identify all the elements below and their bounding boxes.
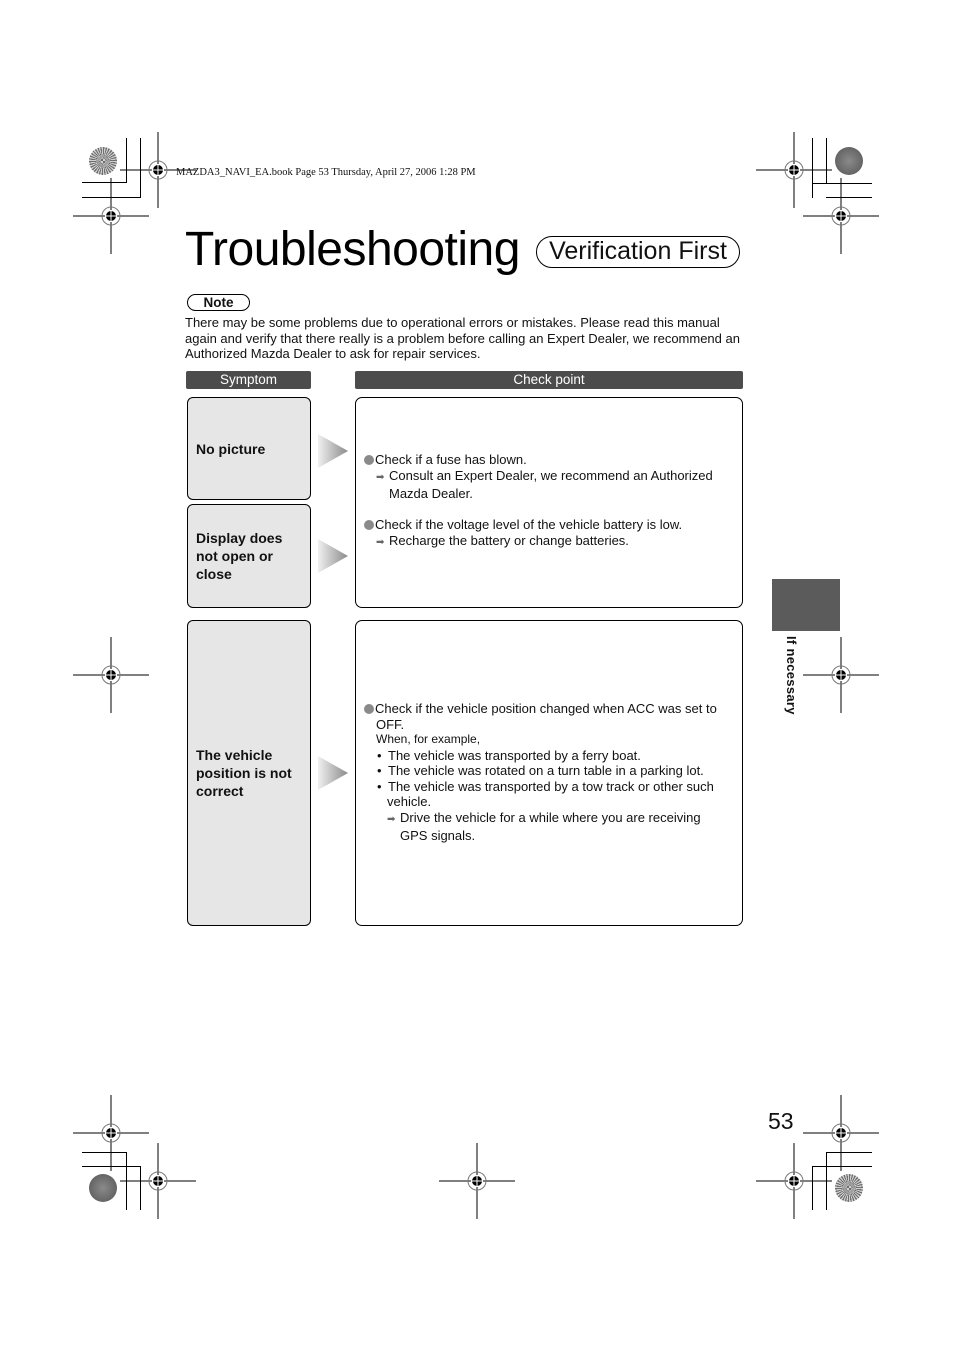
registration-mark-icon <box>802 1094 880 1172</box>
check-text: Check if the voltage level of the vehicl… <box>375 517 683 532</box>
check-text: OFF. <box>376 716 405 732</box>
color-disc-icon <box>835 147 863 175</box>
bullet-dot-icon: • <box>377 778 382 794</box>
registration-mark-icon <box>755 1142 833 1220</box>
section-side-tab <box>772 579 840 631</box>
arrow-icon: ➡ <box>387 813 396 825</box>
symptom-label: Display does not open or close <box>196 530 283 582</box>
crop-mark-line <box>82 182 127 183</box>
bullet-circle-icon <box>364 519 374 530</box>
symptom-box: The vehicle position is not correct <box>187 620 311 926</box>
right-arrow-icon <box>318 539 348 573</box>
crop-mark-line <box>140 138 141 198</box>
symptom-box: Display does not open or close <box>187 504 311 608</box>
crop-mark-line <box>82 197 141 198</box>
crop-mark-line <box>812 1166 872 1167</box>
crop-mark-line <box>126 1152 127 1210</box>
bullet-dot-icon: • <box>377 747 382 763</box>
book-info-header: MAZDA3_NAVI_EA.book Page 53 Thursday, Ap… <box>176 167 476 178</box>
section-side-label: If necessary <box>784 636 799 715</box>
crop-mark-line <box>826 138 827 183</box>
color-disc-icon <box>835 1174 863 1202</box>
section-subtitle-pill: Verification First <box>536 236 740 268</box>
registration-mark-icon <box>438 1142 516 1220</box>
example-bullet: The vehicle was transported by a tow tra… <box>388 778 714 794</box>
registration-mark-icon <box>72 1094 150 1172</box>
check-item: Check if the vehicle position changed wh… <box>364 701 717 844</box>
crop-mark-line <box>812 138 813 198</box>
example-bullet: vehicle. <box>387 794 432 809</box>
check-point-column-header: Check point <box>355 371 743 389</box>
check-point-box: Check if a fuse has blown. ➡ Consult an E… <box>355 397 743 608</box>
right-arrow-icon <box>318 434 348 468</box>
crop-mark-line <box>826 197 872 198</box>
crop-mark-line <box>812 183 872 184</box>
check-point-box: Check if the vehicle position changed wh… <box>355 620 743 926</box>
registration-mark-icon <box>802 177 880 255</box>
action-text: Drive the vehicle for a while where you … <box>400 809 701 825</box>
arrow-icon: ➡ <box>376 471 385 483</box>
registration-mark-icon <box>119 1142 197 1220</box>
symptom-column-header: Symptom <box>186 371 311 389</box>
check-text: Check if a fuse has blown. <box>375 452 527 467</box>
action-text: Consult an Expert Dealer, we recommend a… <box>389 467 713 483</box>
bullet-circle-icon <box>364 454 374 465</box>
symptom-label: No picture <box>196 440 266 457</box>
check-item: Check if a fuse has blown. ➡ Consult an E… <box>364 452 713 502</box>
registration-mark-icon <box>72 636 150 714</box>
crop-mark-line <box>126 138 127 183</box>
crop-mark-line <box>812 1166 813 1210</box>
symptom-label: The vehicle position is not correct <box>196 747 292 799</box>
page-number: 53 <box>768 1108 794 1134</box>
example-bullet: The vehicle was transported by a ferry b… <box>388 747 641 763</box>
bullet-circle-icon <box>364 703 374 714</box>
color-disc-icon <box>89 1174 117 1202</box>
registration-mark-icon <box>72 177 150 255</box>
note-text: There may be some problems due to operat… <box>185 315 740 361</box>
check-text: Check if the vehicle position changed wh… <box>375 701 717 716</box>
color-disc-icon <box>89 147 117 175</box>
action-text: Recharge the battery or change batteries… <box>389 532 629 548</box>
crop-mark-line <box>82 1166 141 1167</box>
registration-mark-icon <box>802 636 880 714</box>
action-text: GPS signals. <box>400 828 476 843</box>
check-item: Check if the voltage level of the vehicl… <box>364 517 682 550</box>
arrow-icon: ➡ <box>376 536 385 548</box>
crop-mark-line <box>826 1152 827 1210</box>
example-bullet: The vehicle was rotated on a turn table … <box>388 763 704 778</box>
example-intro: When, for example, <box>376 732 481 746</box>
crop-mark-line <box>82 1152 127 1153</box>
right-arrow-icon <box>318 756 348 790</box>
note-label: Note <box>187 294 250 311</box>
action-text: Mazda Dealer. <box>389 486 473 501</box>
registration-mark-icon <box>755 131 833 209</box>
crop-mark-line <box>140 1166 141 1210</box>
page-title: Troubleshooting <box>185 223 520 276</box>
bullet-dot-icon: • <box>377 763 382 778</box>
symptom-box: No picture <box>187 397 311 500</box>
crop-mark-line <box>826 1152 872 1153</box>
